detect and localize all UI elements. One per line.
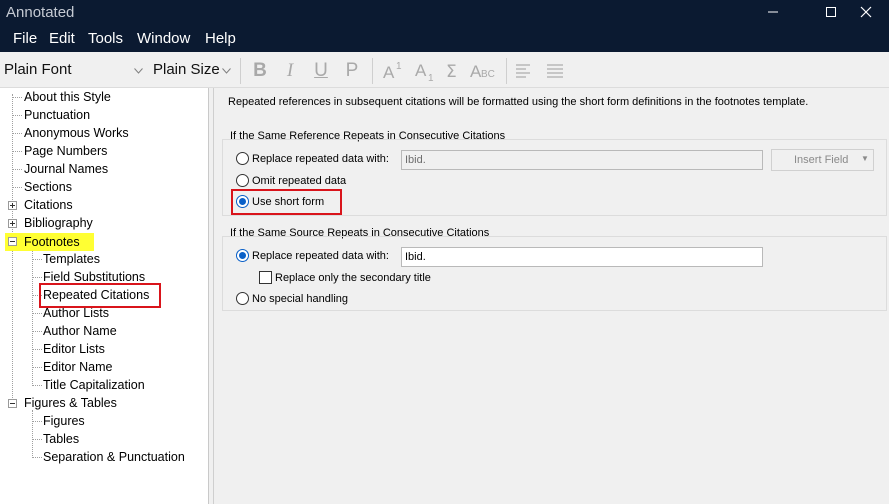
close-button[interactable] bbox=[843, 0, 889, 24]
annotation-box bbox=[39, 283, 161, 308]
maximize-icon bbox=[826, 7, 836, 17]
tree-item-sections[interactable]: Sections bbox=[24, 179, 72, 195]
tree-line bbox=[12, 169, 22, 170]
font-select[interactable]: Plain Font bbox=[0, 59, 147, 82]
collapse-icon[interactable] bbox=[8, 399, 17, 408]
tree-item-title-capitalization[interactable]: Title Capitalization bbox=[43, 377, 145, 393]
tree-line bbox=[12, 187, 22, 188]
tree-line bbox=[12, 97, 22, 98]
tree-item-page-numbers[interactable]: Page Numbers bbox=[24, 143, 107, 159]
tree-item-author-name[interactable]: Author Name bbox=[43, 323, 117, 339]
tree-line bbox=[32, 259, 42, 260]
tree-line bbox=[32, 410, 33, 456]
svg-text:Σ: Σ bbox=[446, 62, 457, 82]
tree-line bbox=[32, 457, 42, 458]
toolbar-separator bbox=[506, 58, 507, 84]
menu-edit[interactable]: Edit bbox=[49, 30, 75, 47]
tree-line bbox=[32, 277, 42, 278]
svg-text:A: A bbox=[383, 63, 395, 82]
svg-text:A: A bbox=[415, 61, 427, 80]
source-replace-label: Replace repeated data with: bbox=[252, 250, 389, 262]
small-caps-icon[interactable]: A BC bbox=[469, 60, 497, 82]
replace-repeated-radio[interactable] bbox=[236, 152, 249, 165]
superscript-icon[interactable]: A1 bbox=[382, 60, 406, 82]
tree-item-journal-names[interactable]: Journal Names bbox=[24, 161, 108, 177]
format-toolbar: Plain Font Plain Size B I U P A1 A1 Σ AB… bbox=[0, 52, 889, 88]
menu-tools[interactable]: Tools bbox=[88, 30, 123, 47]
no-special-handling-label: No special handling bbox=[252, 293, 349, 305]
expand-icon[interactable] bbox=[8, 201, 17, 210]
insert-field-label: Insert Field bbox=[794, 154, 849, 166]
tree-item-tables[interactable]: Tables bbox=[43, 431, 79, 447]
size-select[interactable]: Plain Size bbox=[149, 59, 234, 82]
svg-text:1: 1 bbox=[396, 61, 402, 72]
window-title: Annotated bbox=[6, 4, 75, 21]
tree-item-punctuation[interactable]: Punctuation bbox=[24, 107, 90, 123]
menu-help[interactable]: Help bbox=[205, 30, 236, 47]
no-special-handling-radio[interactable] bbox=[236, 292, 249, 305]
subscript-icon[interactable]: A1 bbox=[414, 60, 438, 82]
tree-line bbox=[32, 313, 42, 314]
tree-line bbox=[12, 151, 22, 152]
tree-item-editor-name[interactable]: Editor Name bbox=[43, 359, 112, 375]
chevron-down-icon: ▼ bbox=[861, 154, 869, 163]
tree-line bbox=[32, 439, 42, 440]
source-replace-input[interactable]: Ibid. bbox=[401, 247, 763, 267]
secondary-title-checkbox[interactable] bbox=[259, 271, 272, 284]
menu-window[interactable]: Window bbox=[137, 30, 190, 47]
tree-item-citations[interactable]: Citations bbox=[24, 197, 73, 213]
minimize-button[interactable] bbox=[750, 0, 796, 24]
tree-item-anonymous-works[interactable]: Anonymous Works bbox=[24, 125, 129, 141]
chevron-down-icon bbox=[219, 59, 234, 82]
omit-repeated-label: Omit repeated data bbox=[252, 175, 347, 187]
font-select-value: Plain Font bbox=[4, 61, 72, 78]
size-select-value: Plain Size bbox=[153, 61, 220, 78]
title-bar: Annotated bbox=[0, 0, 889, 27]
replace-repeated-label: Replace repeated data with: bbox=[252, 153, 389, 165]
tree-line bbox=[12, 115, 22, 116]
svg-text:BC: BC bbox=[481, 69, 495, 80]
svg-text:1: 1 bbox=[428, 73, 434, 82]
tree-item-editor-lists[interactable]: Editor Lists bbox=[43, 341, 105, 357]
panel-description: Repeated references in subsequent citati… bbox=[228, 96, 809, 108]
chevron-down-icon bbox=[131, 59, 146, 82]
tree-line bbox=[32, 331, 42, 332]
justify-icon[interactable] bbox=[546, 60, 564, 82]
tree-line bbox=[12, 133, 22, 134]
tree-item-bibliography[interactable]: Bibliography bbox=[24, 215, 93, 231]
tree-item-templates[interactable]: Templates bbox=[43, 251, 100, 267]
insert-field-button[interactable]: Insert Field ▼ bbox=[771, 149, 874, 171]
italic-icon[interactable]: I bbox=[280, 60, 300, 82]
tree-item-figures-tables[interactable]: Figures & Tables bbox=[24, 395, 117, 411]
expand-icon[interactable] bbox=[8, 219, 17, 228]
tree-line bbox=[32, 421, 42, 422]
menu-file[interactable]: File bbox=[13, 30, 37, 47]
repeated-citations-panel: Repeated references in subsequent citati… bbox=[213, 88, 889, 504]
tree-item-figures[interactable]: Figures bbox=[43, 413, 85, 429]
tree-line bbox=[32, 349, 42, 350]
menu-bar: File Edit Tools Window Help bbox=[0, 27, 889, 52]
secondary-title-label: Replace only the secondary title bbox=[275, 272, 431, 284]
toolbar-separator bbox=[372, 58, 373, 84]
annotation-box bbox=[231, 189, 342, 215]
replace-repeated-input[interactable]: Ibid. bbox=[401, 150, 763, 170]
toolbar-separator bbox=[240, 58, 241, 84]
style-tree: About this Style Punctuation Anonymous W… bbox=[0, 88, 209, 504]
tree-line bbox=[32, 250, 33, 384]
close-icon bbox=[860, 6, 872, 18]
plain-text-icon[interactable]: P bbox=[342, 60, 362, 82]
minimize-icon bbox=[768, 11, 778, 13]
collapse-icon[interactable] bbox=[8, 237, 17, 246]
bold-icon[interactable]: B bbox=[250, 60, 270, 82]
symbol-icon[interactable]: Σ bbox=[445, 60, 463, 82]
source-replace-radio[interactable] bbox=[236, 249, 249, 262]
tree-line bbox=[32, 385, 42, 386]
tree-item-about[interactable]: About this Style bbox=[24, 89, 111, 105]
tree-item-separation[interactable]: Separation & Punctuation bbox=[43, 449, 185, 465]
tree-line bbox=[32, 367, 42, 368]
underline-icon[interactable]: U bbox=[311, 60, 331, 82]
omit-repeated-radio[interactable] bbox=[236, 174, 249, 187]
align-left-icon[interactable] bbox=[515, 60, 533, 82]
tree-item-footnotes[interactable]: Footnotes bbox=[24, 234, 80, 250]
